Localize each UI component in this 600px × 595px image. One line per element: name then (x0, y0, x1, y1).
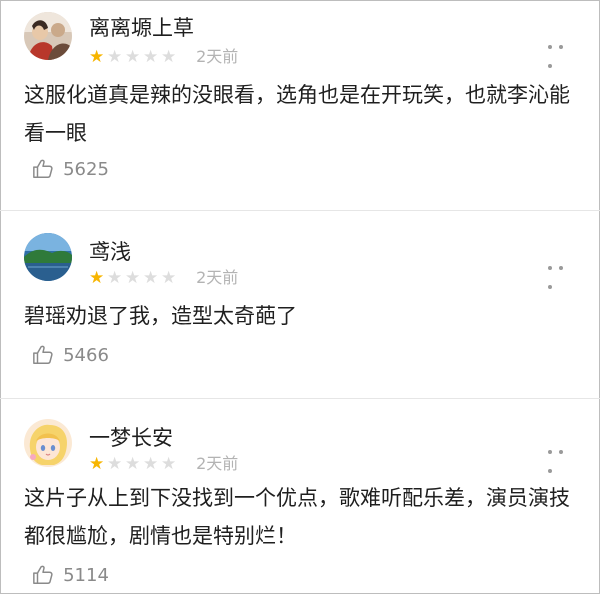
comment-text: 这服化道真是辣的没眼看，选角也是在开玩笑，也就李沁能看一眼 (24, 83, 570, 145)
username[interactable]: 一梦长安 (89, 422, 173, 452)
star-filled-icon: ★ (89, 268, 105, 288)
rating-stars: ★ ★ ★ ★ ★ 2天前 (89, 268, 238, 288)
star-empty-icon: ★ (143, 268, 159, 288)
avatar-photo-icon (24, 12, 72, 60)
star-empty-icon: ★ (161, 47, 177, 67)
star-empty-icon: ★ (161, 454, 177, 474)
thumbs-up-icon (33, 565, 53, 584)
star-empty-icon: ★ (107, 454, 123, 474)
like-count: 5114 (63, 565, 109, 586)
like-count: 5466 (63, 345, 109, 366)
comment-time: 2天前 (196, 454, 239, 473)
star-empty-icon: ★ (125, 47, 141, 67)
like-count: 5625 (63, 159, 109, 180)
like-button[interactable]: 5114 (32, 564, 109, 590)
star-filled-icon: ★ (89, 454, 105, 474)
avatar-anime-icon (24, 419, 72, 467)
comment-text: 碧瑶劝退了我，造型太奇葩了 (24, 304, 297, 328)
star-empty-icon: ★ (161, 268, 177, 288)
comment-time: 2天前 (196, 268, 239, 287)
like-button[interactable]: 5466 (32, 344, 109, 370)
user-avatar[interactable] (24, 419, 72, 467)
star-filled-icon: ★ (89, 47, 105, 67)
username[interactable]: 鸢浅 (89, 236, 131, 266)
comment-text: 这片子从上到下没找到一个优点，歌难听配乐差，演员演技都很尴尬，剧情也是特别烂！ (24, 486, 570, 548)
more-options-icon[interactable] (548, 439, 576, 473)
star-empty-icon: ★ (125, 268, 141, 288)
star-empty-icon: ★ (107, 268, 123, 288)
more-options-icon[interactable] (548, 34, 576, 68)
comment-item: 一梦长安 ★ ★ ★ ★ ★ 2天前 这片子从上到下没找到一个优点，歌难听配乐差，演员演… (0, 398, 600, 595)
like-button[interactable]: 5625 (32, 158, 109, 184)
thumbs-up-icon (33, 345, 53, 364)
star-empty-icon: ★ (107, 47, 123, 67)
username[interactable]: 离离塬上草 (89, 12, 194, 42)
user-avatar[interactable] (24, 12, 72, 60)
thumbs-up-icon (33, 159, 53, 178)
more-options-icon[interactable] (548, 255, 576, 289)
star-empty-icon: ★ (125, 454, 141, 474)
user-avatar[interactable] (24, 233, 72, 281)
rating-stars: ★ ★ ★ ★ ★ 2天前 (89, 454, 238, 474)
comment-time: 2天前 (196, 47, 239, 66)
rating-stars: ★ ★ ★ ★ ★ 2天前 (89, 47, 238, 67)
star-empty-icon: ★ (143, 454, 159, 474)
star-empty-icon: ★ (143, 47, 159, 67)
comment-item: 鸢浅 ★ ★ ★ ★ ★ 2天前 碧瑶劝退了我，造型太奇葩了 5466 (0, 210, 600, 399)
comment-item: 离离塬上草 ★ ★ ★ ★ ★ 2天前 这服化道真是辣的没眼看，选角也是在开玩笑，也就李… (0, 0, 600, 210)
avatar-landscape-icon (24, 233, 72, 281)
